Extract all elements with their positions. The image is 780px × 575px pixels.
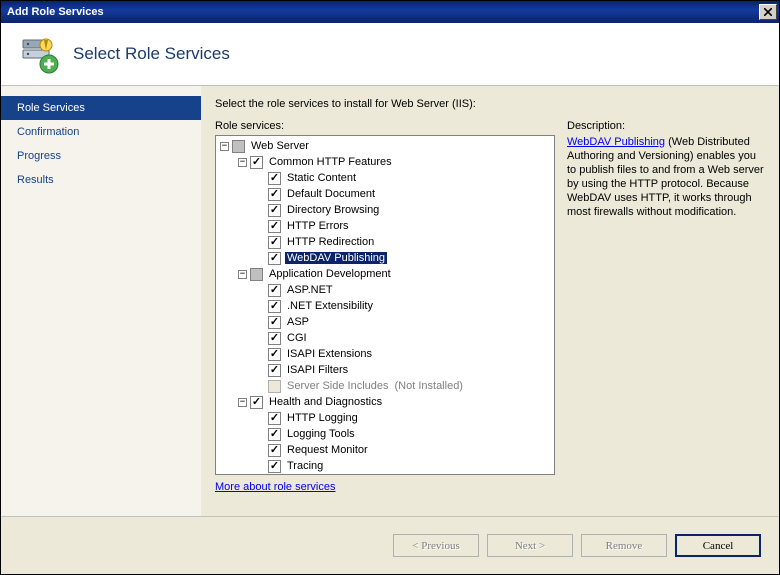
checkbox[interactable] (268, 316, 281, 329)
tree-node-label[interactable]: ISAPI Extensions (285, 348, 374, 360)
description-label: Description: (567, 120, 765, 132)
description-link[interactable]: WebDAV Publishing (567, 136, 665, 148)
checkbox[interactable] (268, 300, 281, 313)
tree-node[interactable]: HTTP Logging (216, 410, 554, 426)
role-services-label: Role services: (215, 120, 555, 132)
tree-node[interactable]: Server Side Includes (Not Installed) (216, 378, 554, 394)
next-button[interactable]: Next > (487, 534, 573, 557)
tree-node-label[interactable]: HTTP Errors (285, 220, 351, 232)
tree-node-label[interactable]: Logging Tools (285, 428, 357, 440)
instruction-text: Select the role services to install for … (215, 98, 765, 110)
checkbox[interactable] (268, 444, 281, 457)
tree-node-label[interactable]: Static Content (285, 172, 358, 184)
tree-node[interactable]: Default Document (216, 186, 554, 202)
cancel-button[interactable]: Cancel (675, 534, 761, 557)
more-about-link[interactable]: More about role services (215, 481, 335, 493)
checkbox[interactable] (268, 172, 281, 185)
window-title: Add Role Services (7, 6, 759, 18)
tree-node-label[interactable]: Request Monitor (285, 444, 370, 456)
page-title: Select Role Services (73, 44, 230, 64)
wizard-header: Select Role Services (1, 23, 779, 86)
previous-button[interactable]: < Previous (393, 534, 479, 557)
tree-node-label[interactable]: HTTP Redirection (285, 236, 376, 248)
checkbox[interactable] (268, 252, 281, 265)
tree-node[interactable]: ISAPI Filters (216, 362, 554, 378)
role-services-tree[interactable]: −Web Server−Common HTTP FeaturesStatic C… (215, 135, 555, 475)
collapse-icon[interactable]: − (238, 158, 247, 167)
tree-node-label[interactable]: Common HTTP Features (267, 156, 394, 168)
close-button[interactable] (759, 4, 777, 20)
tree-node[interactable]: Static Content (216, 170, 554, 186)
title-bar: Add Role Services (1, 1, 779, 23)
not-installed-label: (Not Installed) (395, 380, 463, 392)
collapse-icon[interactable]: − (238, 398, 247, 407)
tree-node[interactable]: HTTP Redirection (216, 234, 554, 250)
tree-node[interactable]: HTTP Errors (216, 218, 554, 234)
tree-node-label[interactable]: ASP.NET (285, 284, 335, 296)
checkbox[interactable] (268, 428, 281, 441)
checkbox[interactable] (268, 364, 281, 377)
checkbox[interactable] (268, 348, 281, 361)
tree-node[interactable]: ASP.NET (216, 282, 554, 298)
tree-node-label[interactable]: WebDAV Publishing (285, 252, 387, 264)
collapse-icon[interactable]: − (220, 142, 229, 151)
wizard-footer: < Previous Next > Remove Cancel (1, 516, 779, 574)
checkbox[interactable] (250, 156, 263, 169)
sidebar-item-results[interactable]: Results (1, 168, 201, 192)
tree-node[interactable]: Tracing (216, 458, 554, 474)
tree-node-label[interactable]: .NET Extensibility (285, 300, 375, 312)
tree-node[interactable]: − Web Server (216, 138, 554, 154)
checkbox[interactable] (268, 236, 281, 249)
description-text: WebDAV Publishing (Web Distributed Autho… (567, 135, 765, 219)
tree-node[interactable]: − Health and Diagnostics (216, 394, 554, 410)
wizard-steps-sidebar: Role ServicesConfirmationProgressResults (1, 86, 201, 516)
tree-node[interactable]: WebDAV Publishing (216, 250, 554, 266)
checkbox[interactable] (232, 140, 245, 153)
tree-node-label[interactable]: Health and Diagnostics (267, 396, 384, 408)
checkbox (268, 380, 281, 393)
checkbox[interactable] (268, 220, 281, 233)
collapse-icon[interactable]: − (238, 270, 247, 279)
tree-node-label[interactable]: Directory Browsing (285, 204, 381, 216)
tree-node-label[interactable]: ASP (285, 316, 311, 328)
tree-node-label[interactable]: ISAPI Filters (285, 364, 350, 376)
main-panel: Select the role services to install for … (201, 86, 779, 516)
tree-node-label[interactable]: Application Development (267, 268, 393, 280)
tree-node[interactable]: Directory Browsing (216, 202, 554, 218)
checkbox[interactable] (250, 396, 263, 409)
checkbox[interactable] (268, 332, 281, 345)
checkbox[interactable] (268, 188, 281, 201)
sidebar-item-confirmation[interactable]: Confirmation (1, 120, 201, 144)
tree-node-label[interactable]: Server Side Includes (285, 380, 391, 392)
tree-node[interactable]: ASP (216, 314, 554, 330)
tree-node[interactable]: Request Monitor (216, 442, 554, 458)
description-body: (Web Distributed Authoring and Versionin… (567, 136, 764, 218)
remove-button[interactable]: Remove (581, 534, 667, 557)
checkbox[interactable] (250, 268, 263, 281)
sidebar-item-progress[interactable]: Progress (1, 144, 201, 168)
tree-node[interactable]: CGI (216, 330, 554, 346)
tree-node-label[interactable]: Tracing (285, 460, 325, 472)
checkbox[interactable] (268, 204, 281, 217)
checkbox[interactable] (268, 412, 281, 425)
tree-node[interactable]: − Common HTTP Features (216, 154, 554, 170)
checkbox[interactable] (268, 460, 281, 473)
tree-node-label[interactable]: Web Server (249, 140, 311, 152)
tree-node-label[interactable]: HTTP Logging (285, 412, 360, 424)
tree-node[interactable]: ISAPI Extensions (216, 346, 554, 362)
tree-node[interactable]: − Application Development (216, 266, 554, 282)
checkbox[interactable] (268, 284, 281, 297)
tree-node-label[interactable]: CGI (285, 332, 309, 344)
server-role-icon (19, 34, 59, 74)
tree-node[interactable]: Logging Tools (216, 426, 554, 442)
tree-node-label[interactable]: Default Document (285, 188, 377, 200)
sidebar-item-role-services[interactable]: Role Services (1, 96, 201, 120)
tree-node[interactable]: .NET Extensibility (216, 298, 554, 314)
